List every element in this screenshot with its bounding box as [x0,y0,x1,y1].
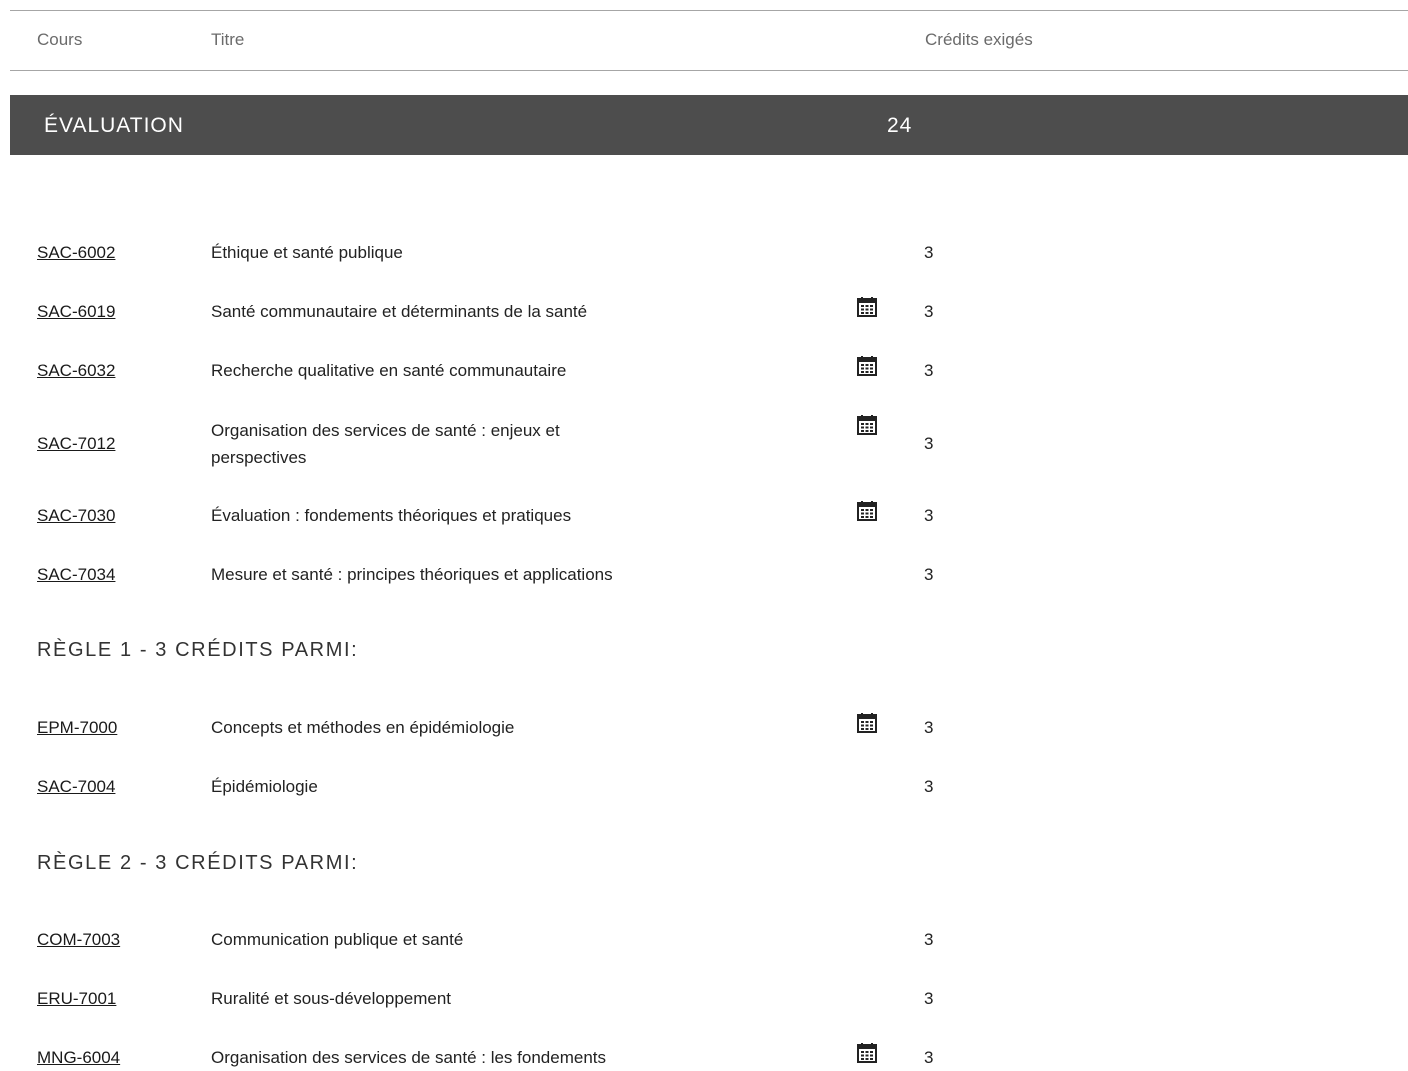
rule-heading: RÈGLE 2 - 3 CRÉDITS PARMI: [37,852,359,874]
course-credits: 3 [924,777,934,796]
course-code-link[interactable]: SAC-7034 [37,565,115,585]
course-code-link[interactable]: SAC-7030 [37,506,115,526]
course-credits: 3 [924,1048,934,1067]
course-credits: 3 [924,434,934,453]
calendar-icon[interactable] [856,500,878,522]
course-code-link[interactable]: EPM-7000 [37,718,117,738]
header-title: Titre [211,30,245,49]
course-code-link[interactable]: ERU-7001 [37,989,116,1009]
course-title: Concepts et méthodes en épidémiologie [211,718,515,737]
course-credits: 3 [924,361,934,380]
course-title: Éthique et santé publique [211,243,403,262]
course-title: Épidémiologie [211,777,318,796]
calendar-icon[interactable] [856,1042,878,1064]
course-code-link[interactable]: SAC-7012 [37,434,115,454]
course-title: Santé communautaire et déterminants de l… [211,302,588,321]
course-title: Recherche qualitative en santé communaut… [211,361,567,380]
header-course: Cours [37,30,83,49]
calendar-icon[interactable] [856,712,878,734]
course-credits: 3 [924,930,934,949]
table-header: Cours Titre Crédits exigés [10,10,1408,71]
calendar-icon[interactable] [856,414,878,436]
course-title: Ruralité et sous-développement [211,989,452,1008]
calendar-icon[interactable] [856,355,878,377]
course-credits: 3 [924,718,934,737]
course-title: Évaluation : fondements théoriques et pr… [211,506,572,525]
course-credits: 3 [924,565,934,584]
course-credits: 3 [924,302,934,321]
course-code-link[interactable]: SAC-6019 [37,302,115,322]
course-credits: 3 [924,506,934,525]
course-code-link[interactable]: COM-7003 [37,930,120,950]
course-credits: 3 [924,989,934,1008]
section-header-evaluation: ÉVALUATION 24 [10,95,1408,155]
course-code-link[interactable]: SAC-6002 [37,243,115,263]
course-title: Communication publique et santé [211,930,464,949]
course-code-link[interactable]: MNG-6004 [37,1048,120,1068]
course-title: Mesure et santé : principes théoriques e… [211,565,613,584]
course-title: Organisation des services de santé : les… [211,1048,606,1067]
header-credits: Crédits exigés [925,30,1033,49]
course-code-link[interactable]: SAC-7004 [37,777,115,797]
course-title: Organisation des services de santé : enj… [211,421,560,467]
course-code-link[interactable]: SAC-6032 [37,361,115,381]
section-title: ÉVALUATION [44,114,184,137]
section-credits: 24 [887,114,913,137]
rule-heading: RÈGLE 1 - 3 CRÉDITS PARMI: [37,639,359,661]
course-credits: 3 [924,243,934,262]
calendar-icon[interactable] [856,296,878,318]
